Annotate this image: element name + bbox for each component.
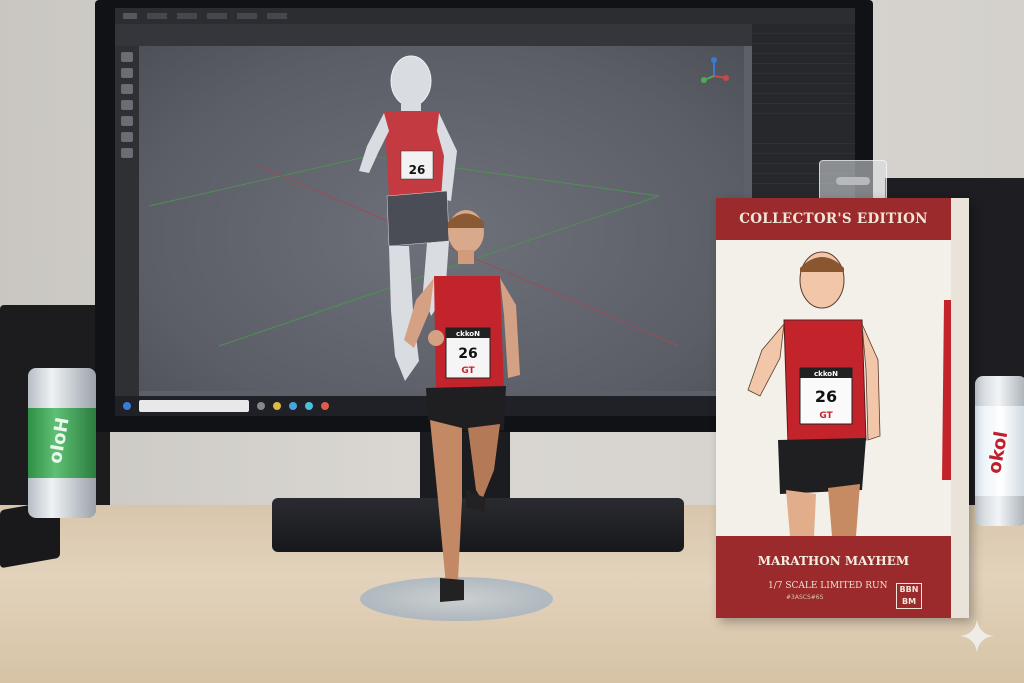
box-artwork: ckkoN 26 GT xyxy=(747,251,951,536)
box-fine-print: #3ASCS#6S xyxy=(786,594,824,601)
collector-box: COLLECTOR'S EDITION ckkoN 26 GT MARATHON… xyxy=(716,198,969,618)
box-brand-logo: BBN BM xyxy=(896,583,922,609)
figure-bib-sponsor: ckkoN xyxy=(456,330,480,338)
box-bib-sponsor: ckkoN xyxy=(814,370,838,378)
box-top-band: COLLECTOR'S EDITION xyxy=(716,198,951,240)
sparkle-icon xyxy=(960,619,994,653)
box-scale-label: 1/7 SCALE LIMITED RUN xyxy=(768,581,888,591)
box-product-name: MARATHON MAYHEM xyxy=(757,554,910,568)
box-edition-label: COLLECTOR'S EDITION xyxy=(739,211,928,227)
box-bib-brand: GT xyxy=(819,411,833,421)
box-side-panel xyxy=(951,198,969,618)
figure-bib-brand: GT xyxy=(461,366,475,376)
box-bib-number: 26 xyxy=(815,387,837,406)
figure-bib-number: 26 xyxy=(458,346,477,362)
box-hanger-tab xyxy=(819,160,887,202)
